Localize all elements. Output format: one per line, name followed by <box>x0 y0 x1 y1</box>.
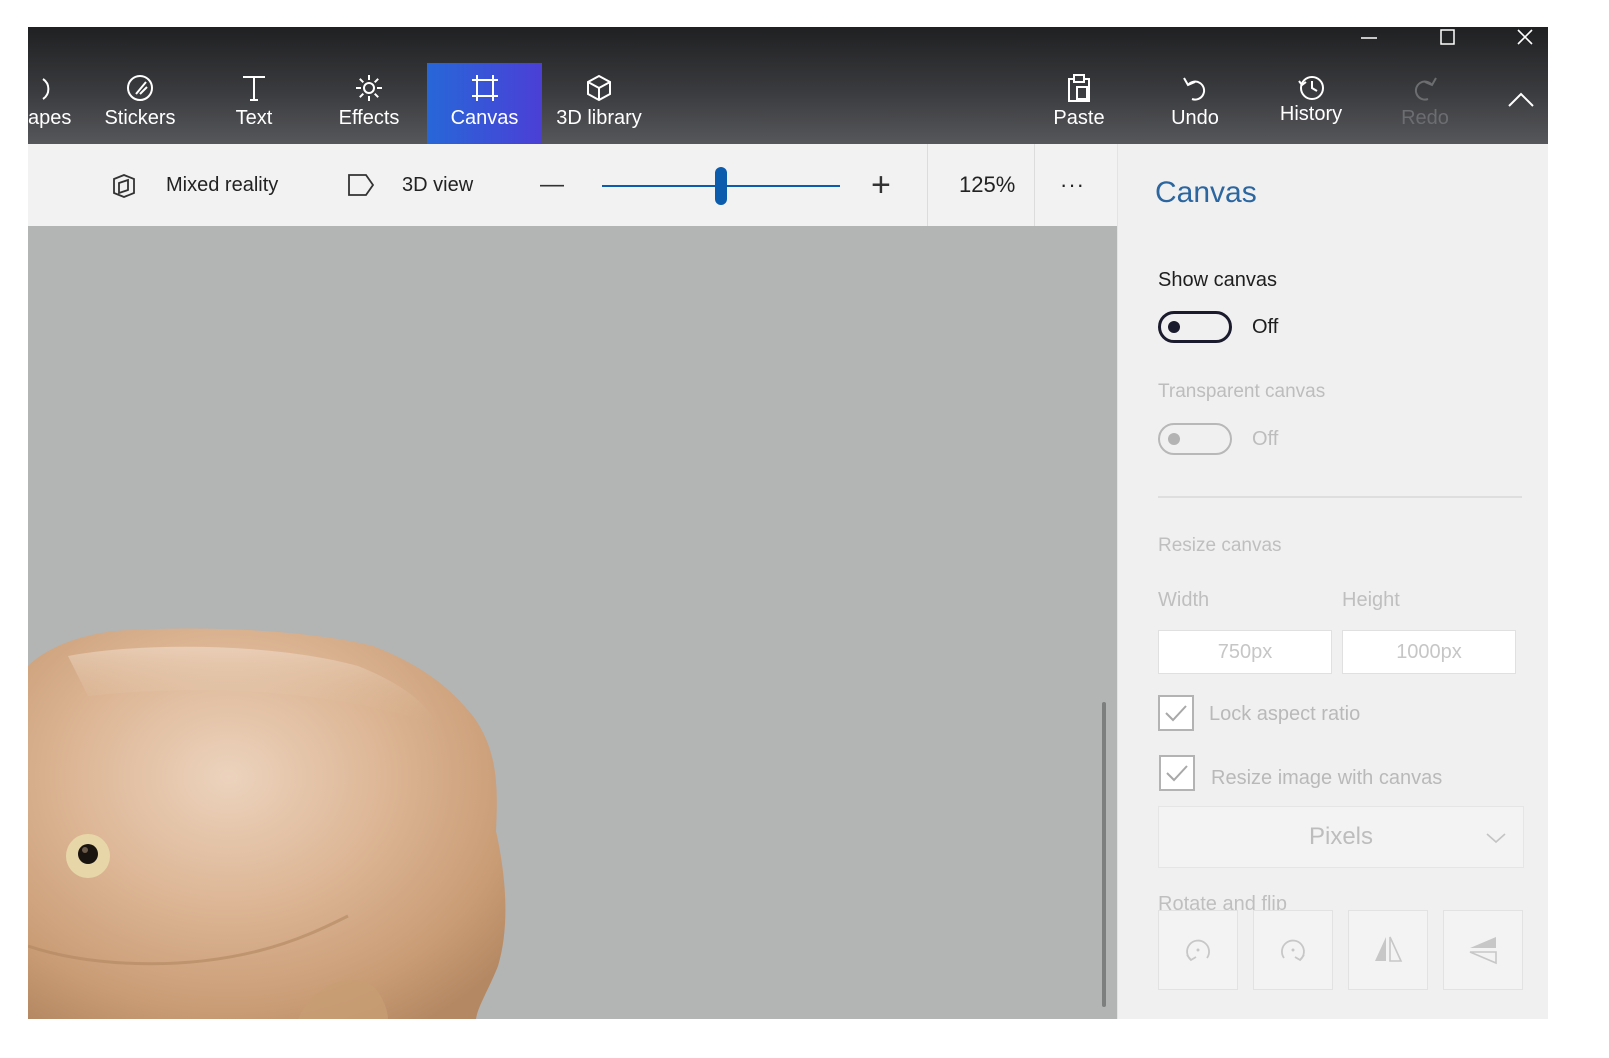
zoom-level[interactable]: 125% <box>959 144 1015 226</box>
toolbar-divider <box>1034 144 1035 226</box>
maximize-button[interactable] <box>1424 27 1470 49</box>
canvas-image[interactable] <box>28 226 1117 1019</box>
unit-select[interactable]: Pixels <box>1158 806 1524 868</box>
paste-button[interactable]: Paste <box>1040 63 1118 144</box>
height-input[interactable]: 1000px <box>1342 630 1516 674</box>
collapse-ribbon-button[interactable] <box>1506 89 1536 114</box>
resize-canvas-label: Resize canvas <box>1158 535 1282 556</box>
paint3d-window: apes Stickers Text Effects Canvas 3D lib… <box>28 27 1548 1019</box>
chevron-up-icon <box>1508 92 1534 107</box>
redo-icon <box>1410 73 1440 103</box>
zoom-out-button[interactable]: — <box>540 144 564 226</box>
height-label: Height <box>1342 589 1400 611</box>
lock-aspect-checkbox[interactable] <box>1158 695 1194 731</box>
transparent-canvas-toggle[interactable] <box>1158 423 1232 455</box>
sticker-icon <box>125 73 155 103</box>
close-icon <box>1517 29 1533 45</box>
mixed-reality-button[interactable]: Mixed reality <box>110 144 278 226</box>
resize-image-label: Resize image with canvas <box>1211 767 1443 789</box>
maximize-icon <box>1440 29 1455 45</box>
tool-canvas-label: Canvas <box>450 107 519 129</box>
minimize-button[interactable] <box>1346 27 1392 49</box>
rotate-left-icon <box>1186 939 1210 962</box>
view-toolbar: Mixed reality 3D view — + 125% ··· <box>28 144 1117 227</box>
transparent-canvas-label: Transparent canvas <box>1158 381 1326 402</box>
show-canvas-state: Off <box>1252 316 1279 338</box>
lock-aspect-label: Lock aspect ratio <box>1209 703 1361 725</box>
mixed-reality-icon <box>113 174 135 198</box>
flip-horizontal-icon <box>1375 936 1403 962</box>
canvas-icon <box>470 73 500 103</box>
width-label: Width <box>1158 589 1210 611</box>
vertical-scrollbar-thumb[interactable] <box>1102 702 1106 1007</box>
more-options-button[interactable]: ··· <box>1060 144 1085 226</box>
tool-shapes[interactable]: apes <box>28 63 84 144</box>
canvas-panel: Canvas Show canvas Off Transparent canva… <box>1117 144 1548 1019</box>
tool-3d-library[interactable]: 3D library <box>549 63 649 144</box>
ribbon: apes Stickers Text Effects Canvas 3D lib… <box>28 27 1548 144</box>
redo-button[interactable]: Redo <box>1386 63 1464 144</box>
mixed-reality-label: Mixed reality <box>166 173 279 196</box>
history-icon <box>1296 73 1326 103</box>
width-input[interactable]: 750px <box>1158 630 1332 674</box>
show-canvas-label: Show canvas <box>1158 269 1277 291</box>
tool-stickers-label: Stickers <box>104 107 176 129</box>
tool-stickers[interactable]: Stickers <box>98 63 182 144</box>
zoom-slider[interactable] <box>602 144 840 226</box>
tool-effects-label: Effects <box>338 107 400 129</box>
canvas-workspace[interactable] <box>28 226 1117 1019</box>
shapes-icon <box>41 73 71 103</box>
zoom-slider-thumb[interactable] <box>715 167 727 205</box>
resize-image-checkbox[interactable] <box>1159 755 1195 791</box>
undo-button[interactable]: Undo <box>1156 63 1234 144</box>
undo-icon <box>1180 73 1210 103</box>
tool-3d-library-label: 3D library <box>556 107 642 129</box>
undo-label: Undo <box>1171 107 1219 129</box>
toggle-knob <box>1168 433 1180 445</box>
sun-icon <box>354 73 384 103</box>
rotate-left-button[interactable] <box>1158 910 1238 990</box>
3d-view-icon <box>348 174 375 196</box>
rotate-right-button[interactable] <box>1253 910 1333 990</box>
minimize-icon <box>1361 37 1377 39</box>
flip-vertical-icon <box>1469 937 1497 965</box>
3d-view-button[interactable]: 3D view <box>346 144 473 226</box>
chevron-down-icon <box>1486 833 1506 844</box>
flip-vertical-button[interactable] <box>1443 910 1523 990</box>
axolotl-eye <box>78 844 98 864</box>
paste-icon <box>1064 73 1094 103</box>
panel-title: Canvas <box>1155 176 1257 209</box>
history-button[interactable]: History <box>1266 63 1356 144</box>
tool-canvas[interactable]: Canvas <box>427 63 542 144</box>
tool-text[interactable]: Text <box>214 63 294 144</box>
panel-divider <box>1158 496 1522 498</box>
tool-text-label: Text <box>235 107 273 129</box>
tool-shapes-label: apes <box>28 107 72 129</box>
zoom-in-button[interactable]: + <box>871 144 891 226</box>
flip-horizontal-button[interactable] <box>1348 910 1428 990</box>
checkmark-icon <box>1165 705 1187 722</box>
redo-label: Redo <box>1401 107 1449 129</box>
unit-select-value: Pixels <box>1308 823 1374 850</box>
toggle-knob <box>1168 321 1180 333</box>
cube-icon <box>584 73 614 103</box>
show-canvas-toggle[interactable] <box>1158 311 1232 343</box>
tool-effects[interactable]: Effects <box>324 63 414 144</box>
transparent-canvas-state: Off <box>1252 428 1279 450</box>
3d-view-label: 3D view <box>402 173 474 196</box>
toolbar-divider <box>927 144 928 226</box>
text-icon <box>239 73 269 103</box>
paste-label: Paste <box>1053 107 1105 129</box>
rotate-right-icon <box>1281 939 1305 962</box>
checkmark-icon <box>1166 765 1188 782</box>
close-button[interactable] <box>1502 27 1548 49</box>
history-label: History <box>1279 103 1343 125</box>
